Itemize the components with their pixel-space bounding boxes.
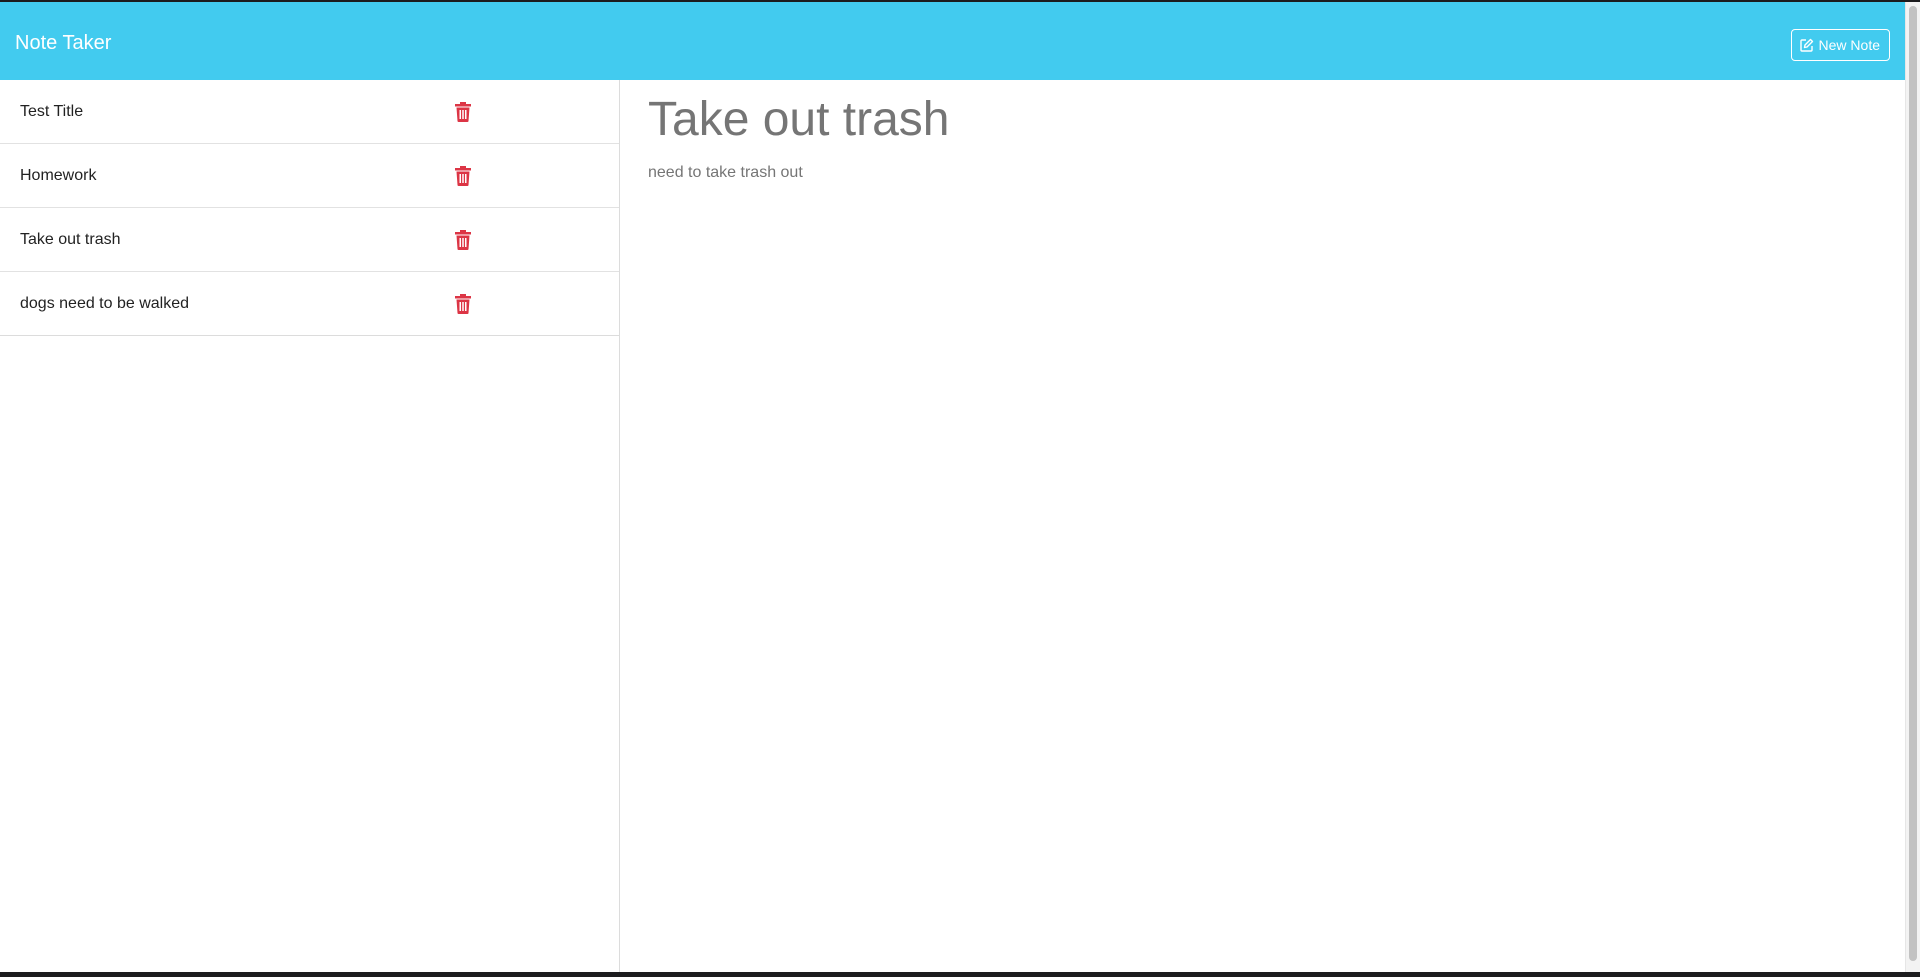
page-scrollbar[interactable] [1905,2,1920,972]
page-content: Note Taker New Note Test Title Homework … [0,2,1905,972]
note-editor: need to take trash out [620,80,1905,972]
list-item[interactable]: dogs need to be walked [0,271,619,335]
note-list: Test Title Homework Take out trash dogs … [0,80,619,336]
list-item[interactable]: Homework [0,143,619,207]
note-title-input[interactable] [648,90,1848,150]
navbar-brand[interactable]: Note Taker [15,30,111,56]
browser-window: Note Taker New Note Test Title Homework … [0,0,1920,977]
edit-icon [1799,38,1813,52]
note-list-title: Homework [20,166,97,184]
trash-icon[interactable] [455,293,471,314]
scrollbar-thumb[interactable] [1909,6,1917,961]
note-list-panel: Test Title Homework Take out trash dogs … [0,80,620,972]
list-item[interactable]: Take out trash [0,207,619,271]
trash-icon[interactable] [455,101,471,122]
note-list-title: dogs need to be walked [20,294,190,312]
note-list-title: Test Title [20,102,84,120]
trash-icon[interactable] [455,229,471,250]
new-note-label: New Note [1818,37,1880,53]
trash-icon[interactable] [455,165,471,186]
note-text-area[interactable]: need to take trash out [648,162,1848,922]
note-list-title: Take out trash [20,230,121,248]
new-note-button[interactable]: New Note [1790,29,1890,61]
list-item[interactable]: Test Title [0,80,619,143]
navbar: Note Taker New Note [0,2,1905,80]
